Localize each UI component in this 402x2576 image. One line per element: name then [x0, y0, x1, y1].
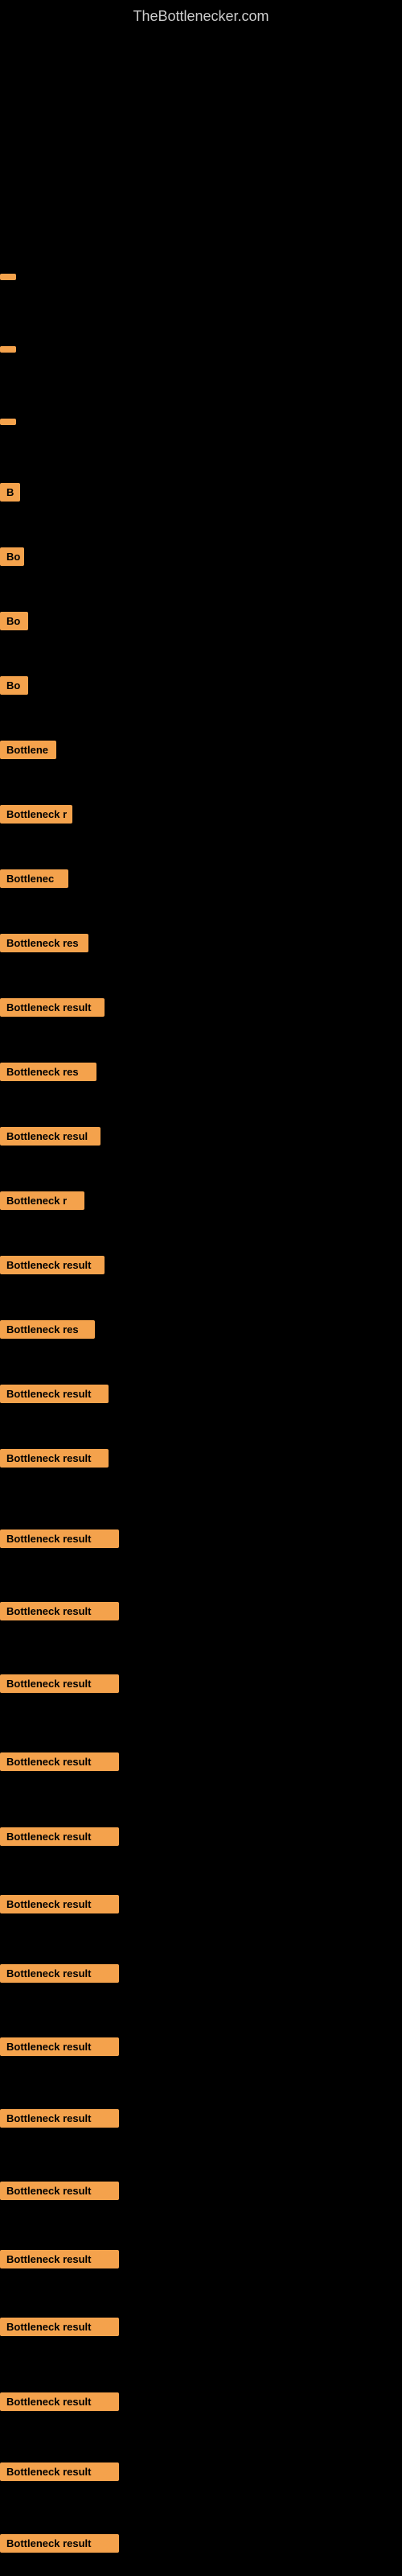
bottleneck-result-box: Bottleneck result: [0, 1827, 119, 1846]
bottleneck-result-box: [0, 274, 16, 280]
bottleneck-result-box: Bottlenec: [0, 869, 68, 888]
site-title: TheBottlenecker.com: [0, 0, 402, 29]
bottleneck-result-box: Bottleneck resul: [0, 1127, 100, 1146]
bottleneck-result-box: Bottleneck result: [0, 1674, 119, 1693]
bottleneck-result-box: Bottleneck result: [0, 2182, 119, 2200]
bottleneck-result-box: Bottleneck result: [0, 1530, 119, 1548]
bottleneck-result-box: Bo: [0, 547, 24, 566]
bottleneck-result-box: Bottleneck result: [0, 1385, 109, 1403]
bottleneck-result-box: Bottleneck result: [0, 2534, 119, 2553]
bottleneck-result-box: Bottleneck result: [0, 2462, 119, 2481]
bottleneck-result-box: Bo: [0, 612, 28, 630]
bottleneck-result-box: Bottleneck result: [0, 2109, 119, 2128]
bottleneck-result-box: Bottlene: [0, 741, 56, 759]
bottleneck-result-box: Bottleneck result: [0, 2037, 119, 2056]
bottleneck-result-box: Bottleneck res: [0, 1063, 96, 1081]
bottleneck-result-box: Bottleneck result: [0, 1895, 119, 1913]
bottleneck-result-box: Bottleneck result: [0, 1964, 119, 1983]
bottleneck-result-box: Bottleneck r: [0, 805, 72, 824]
bottleneck-result-box: [0, 346, 16, 353]
bottleneck-result-box: Bottleneck r: [0, 1191, 84, 1210]
bottleneck-result-box: Bottleneck result: [0, 2318, 119, 2336]
bottleneck-result-box: Bo: [0, 676, 28, 695]
bottleneck-result-box: Bottleneck result: [0, 1256, 105, 1274]
bottleneck-result-box: Bottleneck result: [0, 2392, 119, 2411]
bottleneck-result-box: Bottleneck res: [0, 1320, 95, 1339]
bottleneck-result-box: Bottleneck result: [0, 2250, 119, 2268]
bottleneck-result-box: [0, 419, 16, 425]
bottleneck-result-box: Bottleneck res: [0, 934, 88, 952]
bottleneck-result-box: Bottleneck result: [0, 1752, 119, 1771]
bottleneck-result-box: B: [0, 483, 20, 502]
bottleneck-result-box: Bottleneck result: [0, 1602, 119, 1620]
bottleneck-result-box: Bottleneck result: [0, 1449, 109, 1468]
bottleneck-result-box: Bottleneck result: [0, 998, 105, 1017]
content-area: TheBottlenecker.com BBoBoBoBottleneBottl…: [0, 0, 402, 29]
